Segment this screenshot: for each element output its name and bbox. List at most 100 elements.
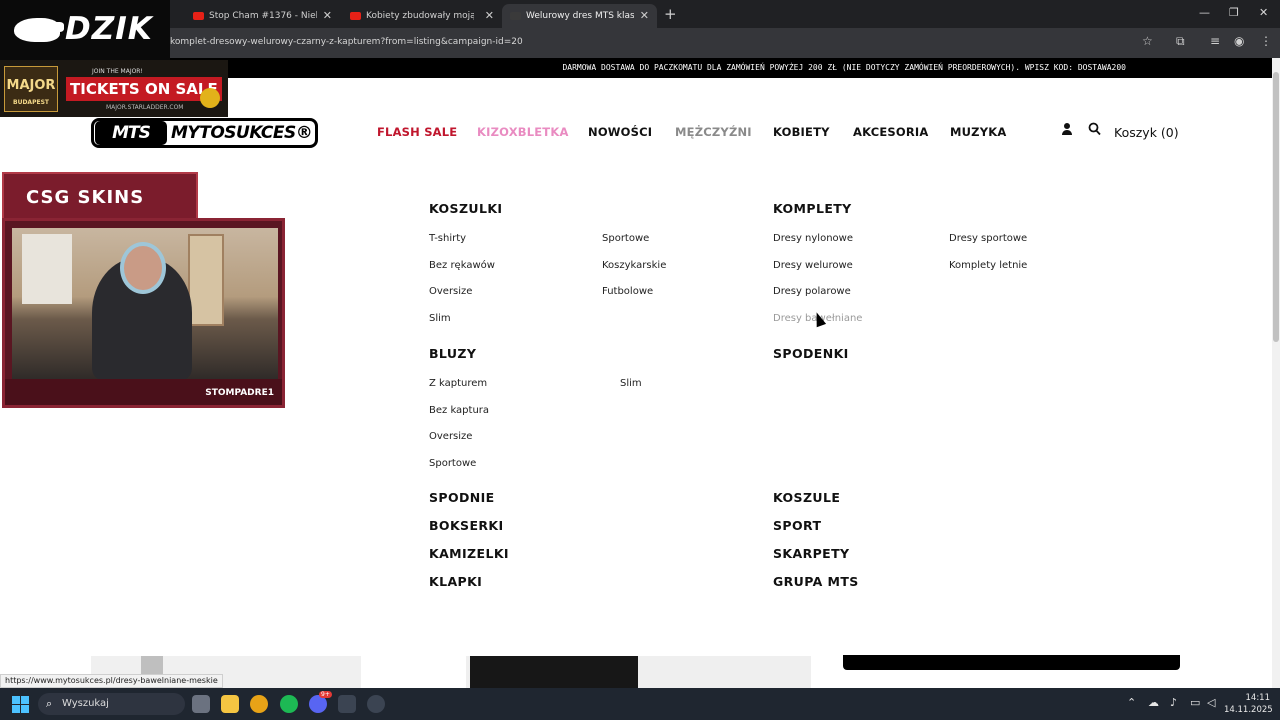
- puzzle-icon[interactable]: ⧉: [1176, 34, 1185, 49]
- webcam-frame: STOMPADRE1: [2, 218, 285, 408]
- nav-akcesoria[interactable]: AKCESORIA: [853, 125, 928, 139]
- browser-address-bar: komplet-dresowy-welurowy-czarny-z-kaptur…: [0, 28, 1280, 58]
- menu-category-kamizelki[interactable]: KAMIZELKI: [429, 546, 509, 561]
- close-tab-icon[interactable]: ✕: [485, 9, 494, 22]
- menu-link[interactable]: Dresy welurowe: [773, 260, 853, 271]
- star-icon[interactable]: ☆: [1142, 34, 1153, 48]
- product-figure: [470, 656, 638, 688]
- nav-kobiety[interactable]: KOBIETY: [773, 125, 830, 139]
- media-control-icon[interactable]: ≡: [1210, 34, 1220, 48]
- taskbar-clock[interactable]: 14:11 14.11.2025: [1224, 692, 1273, 716]
- menu-link[interactable]: Dresy polarowe: [773, 286, 851, 297]
- menu-link[interactable]: Bez kaptura: [429, 405, 489, 416]
- menu-link[interactable]: Z kapturem: [429, 378, 487, 389]
- nav-mezczyzni[interactable]: MĘŻCZYŹNI: [675, 125, 752, 139]
- search-icon: ⌕: [46, 697, 53, 710]
- tab-title: Stop Cham #1376 - Niebezpiec: [209, 11, 317, 21]
- discord-badge: 9+: [319, 691, 332, 698]
- menu-link[interactable]: Dresy sportowe: [949, 233, 1027, 244]
- browser-tab[interactable]: Stop Cham #1376 - Niebezpiec ✕: [185, 4, 340, 28]
- tab-title: Welurowy dres MTS klasyk – cz: [526, 11, 634, 21]
- menu-link[interactable]: Bez rękawów: [429, 260, 495, 271]
- product-image[interactable]: [466, 656, 811, 688]
- nav-nowosci[interactable]: NOWOŚCI: [588, 125, 652, 139]
- new-tab-button[interactable]: +: [664, 5, 677, 23]
- menu-link[interactable]: Oversize: [429, 286, 472, 297]
- user-icon[interactable]: [1061, 122, 1073, 140]
- major-join-text: JOIN THE MAJOR!: [92, 68, 143, 75]
- restore-icon[interactable]: ❐: [1229, 6, 1239, 19]
- close-tab-icon[interactable]: ✕: [323, 9, 332, 22]
- tray-chevron-icon[interactable]: ⌃: [1127, 696, 1136, 709]
- menu-link[interactable]: Futbolowe: [602, 286, 653, 297]
- app-icon[interactable]: [338, 695, 356, 713]
- browser-tab-active[interactable]: Welurowy dres MTS klasyk – cz ✕: [502, 4, 657, 28]
- cloud-off-icon[interactable]: ☁: [1148, 696, 1159, 709]
- volume-icon[interactable]: ◁: [1207, 696, 1215, 709]
- webcam-overlay: CSG SKINS STOMPADRE1: [0, 172, 286, 410]
- menu-category-sport[interactable]: SPORT: [773, 518, 821, 533]
- ticket-badge-icon: [200, 88, 220, 108]
- nav-flash-sale[interactable]: FLASH SALE: [377, 125, 457, 139]
- spotify-icon[interactable]: [280, 695, 298, 713]
- close-window-icon[interactable]: ✕: [1259, 6, 1268, 19]
- menu-link[interactable]: Komplety letnie: [949, 260, 1027, 271]
- chrome-icon[interactable]: [250, 695, 268, 713]
- clock-date: 14.11.2025: [1224, 705, 1273, 715]
- menu-category-bokserki[interactable]: BOKSERKI: [429, 518, 504, 533]
- browser-tab-bar: Stop Cham #1376 - Niebezpiec ✕ Kobiety z…: [0, 0, 1280, 28]
- menu-category-komplety[interactable]: KOMPLETY: [773, 201, 852, 216]
- menu-category-spodnie[interactable]: SPODNIE: [429, 490, 495, 505]
- windows-start-icon[interactable]: [12, 696, 29, 713]
- menu-category-spodenki[interactable]: SPODENKI: [773, 346, 849, 361]
- logo-text: MYTOSUKCES®: [171, 123, 313, 143]
- kebab-menu-icon[interactable]: ⋮: [1260, 34, 1272, 48]
- microphone-icon[interactable]: ♪: [1170, 696, 1177, 709]
- youtube-icon: [193, 12, 204, 20]
- tickets-banner: TICKETS ON SALE NOW: [66, 77, 222, 101]
- minimize-icon[interactable]: —: [1199, 6, 1210, 19]
- network-icon[interactable]: ▭: [1190, 696, 1200, 709]
- menu-category-koszulki[interactable]: KOSZULKI: [429, 201, 502, 216]
- url-field[interactable]: komplet-dresowy-welurowy-czarny-z-kaptur…: [170, 37, 523, 47]
- webcam-scene: [12, 228, 278, 380]
- site-logo[interactable]: MTS MYTOSUKCES®: [91, 118, 318, 148]
- major-site-text: MAJOR.STARLADDER.COM: [106, 104, 184, 111]
- room-door: [188, 234, 224, 326]
- taskbar-search-placeholder: Wyszukaj: [62, 698, 109, 709]
- menu-link[interactable]: Sportowe: [602, 233, 649, 244]
- menu-category-grupa-mts[interactable]: GRUPA MTS: [773, 574, 859, 589]
- menu-link[interactable]: Koszykarskie: [602, 260, 666, 271]
- logo-mark: MTS: [95, 121, 167, 145]
- nav-muzyka[interactable]: MUZYKA: [950, 125, 1006, 139]
- add-to-cart-bar[interactable]: [843, 655, 1180, 670]
- menu-category-klapki[interactable]: KLAPKI: [429, 574, 482, 589]
- file-explorer-icon[interactable]: [221, 695, 239, 713]
- search-icon[interactable]: [1088, 122, 1101, 140]
- steam-icon[interactable]: [367, 695, 385, 713]
- close-tab-icon[interactable]: ✕: [640, 9, 649, 22]
- menu-link[interactable]: Dresy nylonowe: [773, 233, 853, 244]
- menu-link[interactable]: Sportowe: [429, 458, 476, 469]
- browser-tab[interactable]: Kobiety zbudowały moją karier ✕: [342, 4, 502, 28]
- menu-link[interactable]: Oversize: [429, 431, 472, 442]
- room-window: [22, 234, 72, 304]
- menu-link[interactable]: T-shirty: [429, 233, 466, 244]
- menu-link[interactable]: Slim: [620, 378, 642, 389]
- cart-link[interactable]: Koszyk (0): [1114, 125, 1179, 140]
- menu-category-bluzy[interactable]: BLUZY: [429, 346, 476, 361]
- youtube-icon: [350, 12, 361, 20]
- dzik-overlay-logo: DZIK: [0, 0, 170, 60]
- dzik-wordmark: DZIK: [65, 11, 153, 47]
- taskbar-search[interactable]: ⌕ Wyszukaj: [38, 693, 185, 715]
- nav-kizoxbletka[interactable]: KIZOXBLETKA: [477, 125, 569, 139]
- csgoskins-banner: CSG SKINS: [2, 172, 198, 224]
- task-view-icon[interactable]: [192, 695, 210, 713]
- profile-icon[interactable]: ◉: [1234, 34, 1244, 48]
- menu-category-skarpety[interactable]: SKARPETY: [773, 546, 849, 561]
- major-logo-text: MAJOR: [6, 78, 56, 93]
- menu-link[interactable]: Slim: [429, 313, 451, 324]
- menu-category-koszule[interactable]: KOSZULE: [773, 490, 840, 505]
- scrollbar-thumb[interactable]: [1273, 72, 1279, 342]
- page-scrollbar[interactable]: [1272, 58, 1280, 688]
